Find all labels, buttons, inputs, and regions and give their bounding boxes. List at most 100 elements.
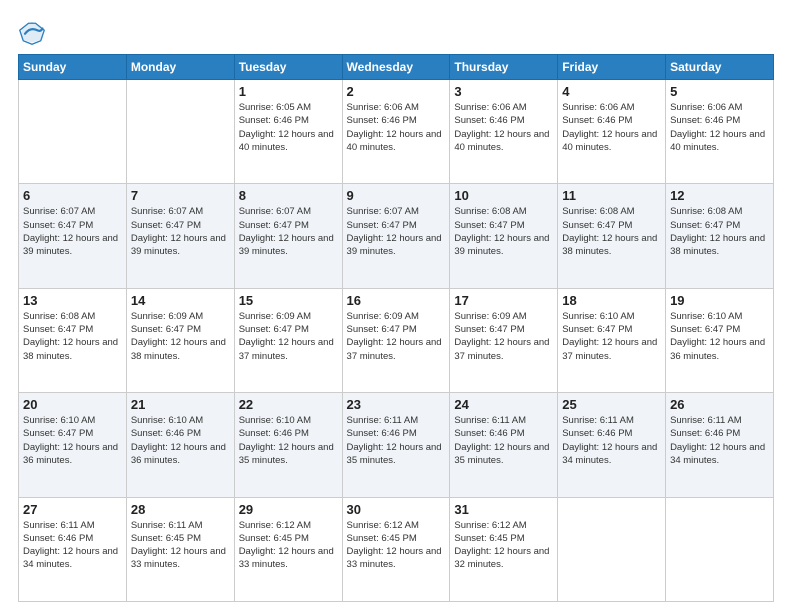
cell-info: Sunrise: 6:11 AM Sunset: 6:46 PM Dayligh… [562, 414, 661, 467]
calendar-cell: 6Sunrise: 6:07 AM Sunset: 6:47 PM Daylig… [19, 184, 127, 288]
calendar-cell: 5Sunrise: 6:06 AM Sunset: 6:46 PM Daylig… [666, 80, 774, 184]
cell-info: Sunrise: 6:05 AM Sunset: 6:46 PM Dayligh… [239, 101, 338, 154]
cell-info: Sunrise: 6:09 AM Sunset: 6:47 PM Dayligh… [131, 310, 230, 363]
day-number: 18 [562, 293, 661, 308]
calendar-cell: 7 Sunrise: 6:07 AM Sunset: 6:47 PM Daylig… [126, 184, 234, 288]
calendar-cell: 30 Sunrise: 6:12 AM Sunset: 6:45 PM Dayli… [342, 497, 450, 601]
day-number: 22 [239, 397, 338, 412]
calendar-cell: 14 Sunrise: 6:09 AM Sunset: 6:47 PM Dayli… [126, 288, 234, 392]
calendar-cell: 2 Sunrise: 6:06 AM Sunset: 6:46 PM Daylig… [342, 80, 450, 184]
day-number: 19 [670, 293, 769, 308]
cell-info: Sunrise: 6:11 AM Sunset: 6:46 PM Dayligh… [347, 414, 446, 467]
calendar-cell: 19Sunrise: 6:10 AM Sunset: 6:47 PM Dayli… [666, 288, 774, 392]
cell-info: Sunrise: 6:12 AM Sunset: 6:45 PM Dayligh… [347, 519, 446, 572]
day-number: 14 [131, 293, 230, 308]
day-header-tuesday: Tuesday [234, 55, 342, 80]
day-number: 21 [131, 397, 230, 412]
day-number: 20 [23, 397, 122, 412]
day-number: 17 [454, 293, 553, 308]
cell-info: Sunrise: 6:08 AM Sunset: 6:47 PM Dayligh… [454, 205, 553, 258]
page: SundayMondayTuesdayWednesdayThursdayFrid… [0, 0, 792, 612]
calendar-cell: 8 Sunrise: 6:07 AM Sunset: 6:47 PM Daylig… [234, 184, 342, 288]
day-number: 2 [347, 84, 446, 99]
day-number: 29 [239, 502, 338, 517]
cell-info: Sunrise: 6:09 AM Sunset: 6:47 PM Dayligh… [454, 310, 553, 363]
cell-info: Sunrise: 6:08 AM Sunset: 6:47 PM Dayligh… [670, 205, 769, 258]
cell-info: Sunrise: 6:11 AM Sunset: 6:46 PM Dayligh… [23, 519, 122, 572]
calendar-cell: 11 Sunrise: 6:08 AM Sunset: 6:47 PM Dayli… [558, 184, 666, 288]
calendar-cell: 10 Sunrise: 6:08 AM Sunset: 6:47 PM Dayli… [450, 184, 558, 288]
day-number: 3 [454, 84, 553, 99]
day-number: 16 [347, 293, 446, 308]
cell-info: Sunrise: 6:11 AM Sunset: 6:45 PM Dayligh… [131, 519, 230, 572]
week-row-4: 27Sunrise: 6:11 AM Sunset: 6:46 PM Dayli… [19, 497, 774, 601]
day-number: 24 [454, 397, 553, 412]
day-number: 12 [670, 188, 769, 203]
calendar-cell: 15 Sunrise: 6:09 AM Sunset: 6:47 PM Dayli… [234, 288, 342, 392]
calendar-cell: 26Sunrise: 6:11 AM Sunset: 6:46 PM Dayli… [666, 393, 774, 497]
calendar-cell: 16 Sunrise: 6:09 AM Sunset: 6:47 PM Dayli… [342, 288, 450, 392]
day-number: 15 [239, 293, 338, 308]
cell-info: Sunrise: 6:08 AM Sunset: 6:47 PM Dayligh… [23, 310, 122, 363]
cell-info: Sunrise: 6:10 AM Sunset: 6:47 PM Dayligh… [562, 310, 661, 363]
calendar-cell: 22Sunrise: 6:10 AM Sunset: 6:46 PM Dayli… [234, 393, 342, 497]
calendar-cell: 28 Sunrise: 6:11 AM Sunset: 6:45 PM Dayli… [126, 497, 234, 601]
calendar-cell [666, 497, 774, 601]
day-number: 1 [239, 84, 338, 99]
calendar-header-row: SundayMondayTuesdayWednesdayThursdayFrid… [19, 55, 774, 80]
calendar-cell [126, 80, 234, 184]
calendar-cell: 27Sunrise: 6:11 AM Sunset: 6:46 PM Dayli… [19, 497, 127, 601]
calendar-cell: 24 Sunrise: 6:11 AM Sunset: 6:46 PM Dayli… [450, 393, 558, 497]
cell-info: Sunrise: 6:06 AM Sunset: 6:46 PM Dayligh… [347, 101, 446, 154]
cell-info: Sunrise: 6:09 AM Sunset: 6:47 PM Dayligh… [347, 310, 446, 363]
day-number: 11 [562, 188, 661, 203]
calendar-cell: 4Sunrise: 6:06 AM Sunset: 6:46 PM Daylig… [558, 80, 666, 184]
calendar-cell: 17 Sunrise: 6:09 AM Sunset: 6:47 PM Dayli… [450, 288, 558, 392]
day-number: 23 [347, 397, 446, 412]
calendar-cell: 29Sunrise: 6:12 AM Sunset: 6:45 PM Dayli… [234, 497, 342, 601]
day-number: 31 [454, 502, 553, 517]
cell-info: Sunrise: 6:06 AM Sunset: 6:46 PM Dayligh… [454, 101, 553, 154]
day-number: 4 [562, 84, 661, 99]
cell-info: Sunrise: 6:11 AM Sunset: 6:46 PM Dayligh… [454, 414, 553, 467]
logo-icon [18, 18, 46, 46]
day-number: 7 [131, 188, 230, 203]
calendar-cell: 20 Sunrise: 6:10 AM Sunset: 6:47 PM Dayli… [19, 393, 127, 497]
cell-info: Sunrise: 6:07 AM Sunset: 6:47 PM Dayligh… [131, 205, 230, 258]
calendar-cell [558, 497, 666, 601]
week-row-1: 6 Sunrise: 6:07 AM Sunset: 6:47 PM Daylig… [19, 184, 774, 288]
calendar-cell: 21 Sunrise: 6:10 AM Sunset: 6:46 PM Dayli… [126, 393, 234, 497]
calendar-cell: 9Sunrise: 6:07 AM Sunset: 6:47 PM Daylig… [342, 184, 450, 288]
cell-info: Sunrise: 6:10 AM Sunset: 6:47 PM Dayligh… [23, 414, 122, 467]
day-header-friday: Friday [558, 55, 666, 80]
cell-info: Sunrise: 6:06 AM Sunset: 6:46 PM Dayligh… [670, 101, 769, 154]
calendar-cell: 3 Sunrise: 6:06 AM Sunset: 6:46 PM Daylig… [450, 80, 558, 184]
day-header-sunday: Sunday [19, 55, 127, 80]
calendar-cell: 23 Sunrise: 6:11 AM Sunset: 6:46 PM Dayli… [342, 393, 450, 497]
day-number: 25 [562, 397, 661, 412]
calendar-cell: 13 Sunrise: 6:08 AM Sunset: 6:47 PM Dayli… [19, 288, 127, 392]
day-number: 28 [131, 502, 230, 517]
day-header-saturday: Saturday [666, 55, 774, 80]
day-number: 10 [454, 188, 553, 203]
day-number: 9 [347, 188, 446, 203]
calendar-cell: 25 Sunrise: 6:11 AM Sunset: 6:46 PM Dayli… [558, 393, 666, 497]
day-number: 30 [347, 502, 446, 517]
week-row-3: 20 Sunrise: 6:10 AM Sunset: 6:47 PM Dayli… [19, 393, 774, 497]
calendar-cell [19, 80, 127, 184]
day-header-monday: Monday [126, 55, 234, 80]
day-number: 6 [23, 188, 122, 203]
week-row-2: 13 Sunrise: 6:08 AM Sunset: 6:47 PM Dayli… [19, 288, 774, 392]
day-number: 13 [23, 293, 122, 308]
logo [18, 18, 50, 46]
header [18, 18, 774, 46]
calendar-cell: 1 Sunrise: 6:05 AM Sunset: 6:46 PM Daylig… [234, 80, 342, 184]
cell-info: Sunrise: 6:10 AM Sunset: 6:46 PM Dayligh… [131, 414, 230, 467]
day-header-thursday: Thursday [450, 55, 558, 80]
day-header-wednesday: Wednesday [342, 55, 450, 80]
cell-info: Sunrise: 6:08 AM Sunset: 6:47 PM Dayligh… [562, 205, 661, 258]
day-number: 8 [239, 188, 338, 203]
week-row-0: 1 Sunrise: 6:05 AM Sunset: 6:46 PM Daylig… [19, 80, 774, 184]
cell-info: Sunrise: 6:09 AM Sunset: 6:47 PM Dayligh… [239, 310, 338, 363]
cell-info: Sunrise: 6:07 AM Sunset: 6:47 PM Dayligh… [239, 205, 338, 258]
